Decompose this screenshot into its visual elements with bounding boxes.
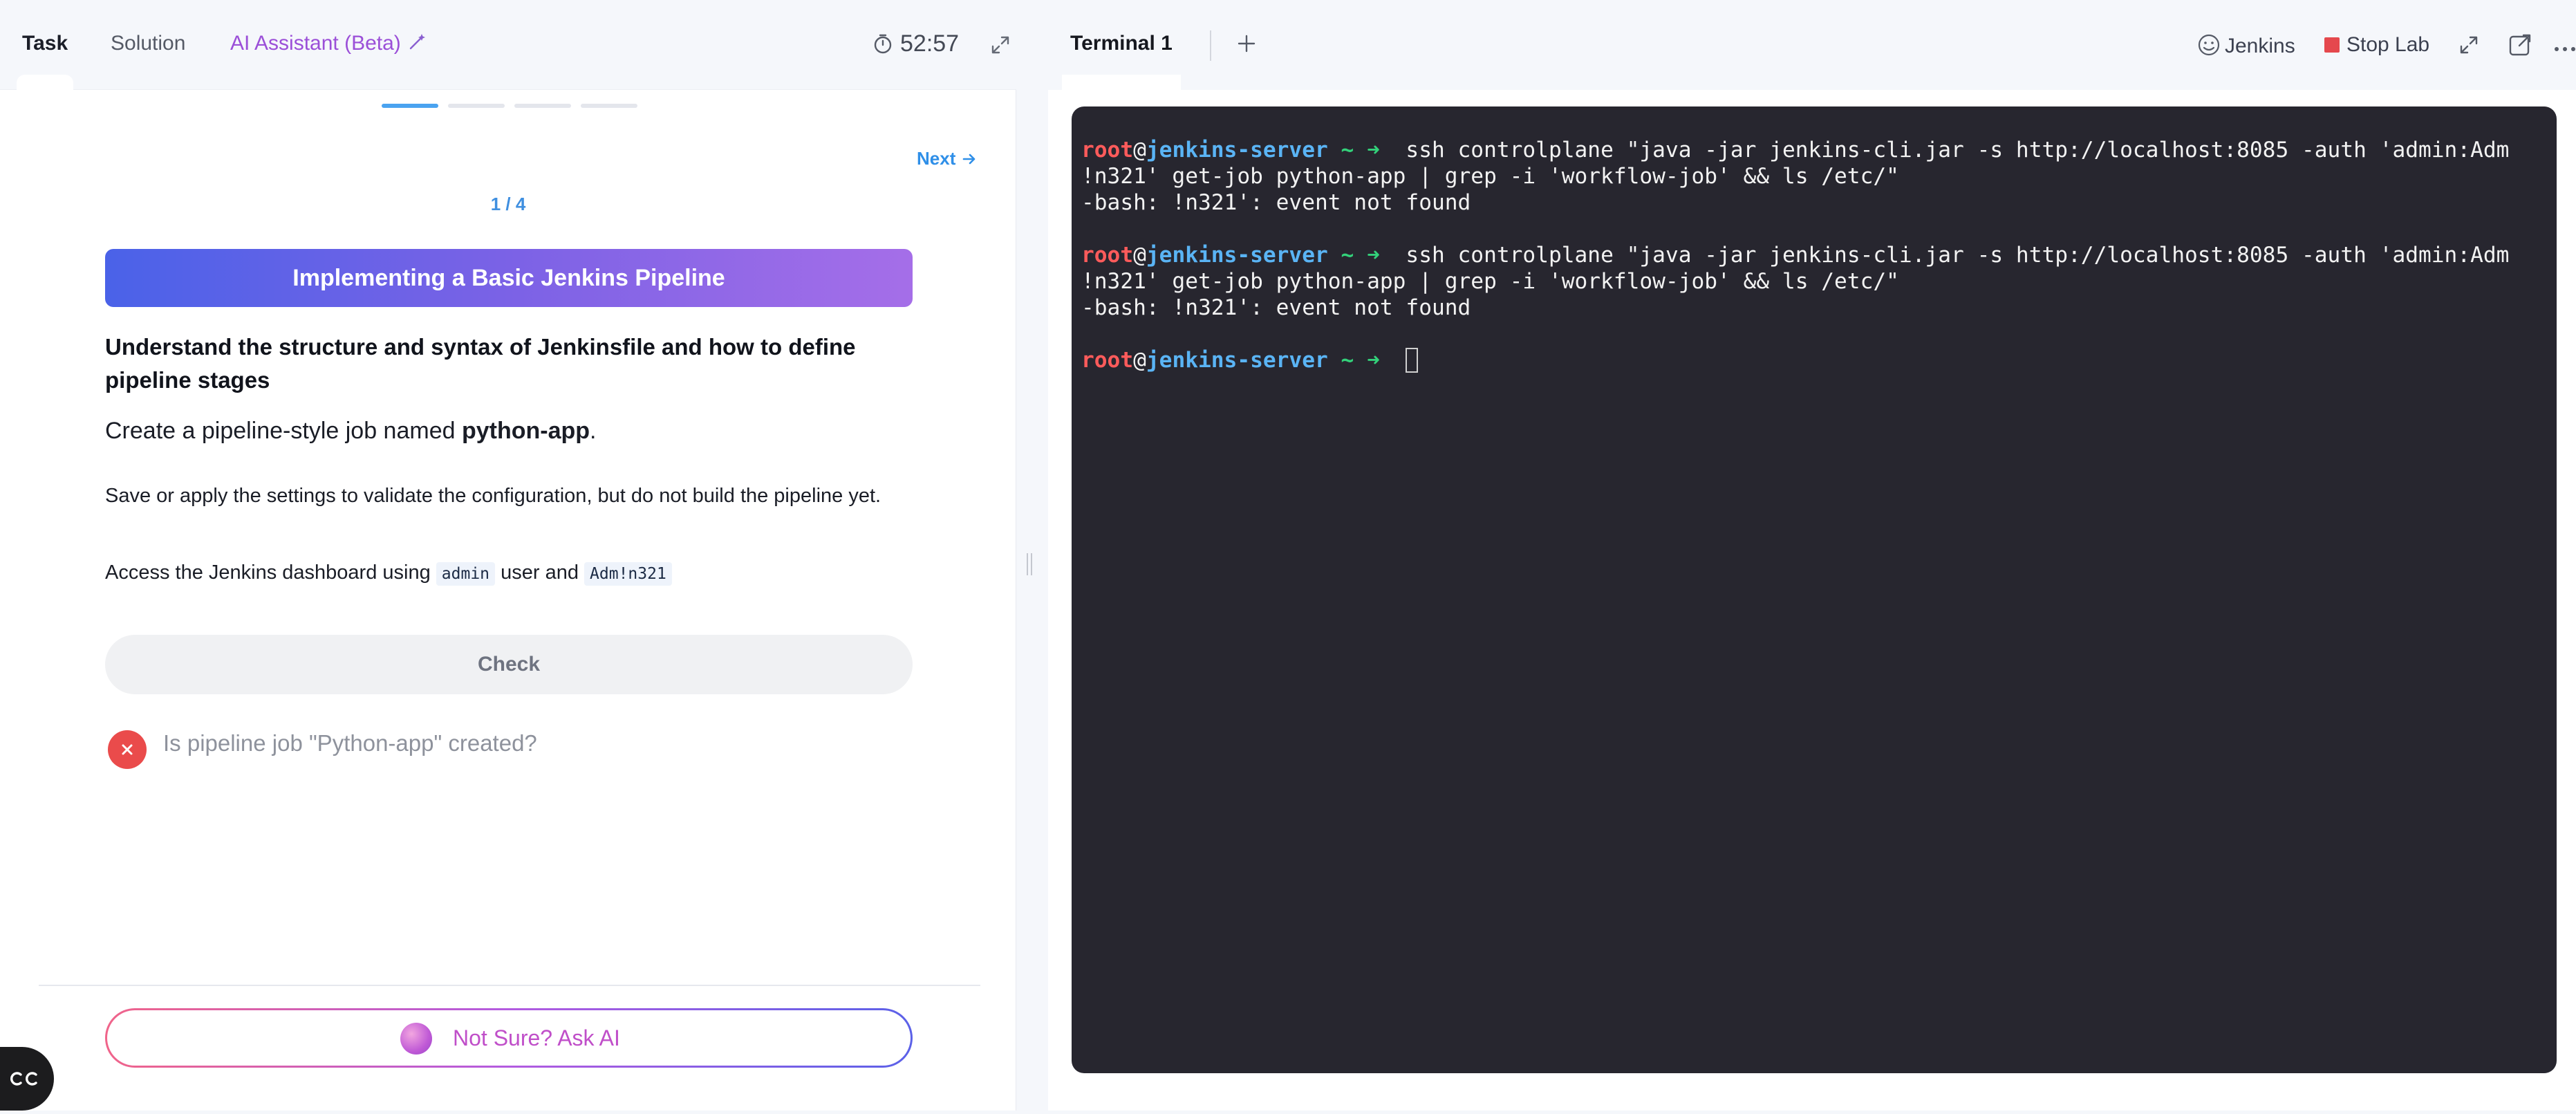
timer-value: 52:57: [900, 30, 960, 57]
next-button[interactable]: Next: [917, 148, 978, 169]
terminal-output-line: -bash: !n321': event not found: [1081, 190, 1471, 215]
lab-timer: 52:57: [872, 30, 959, 57]
ask-ai-label: Not Sure? Ask AI: [453, 1025, 620, 1050]
magic-wand-icon: [408, 32, 427, 57]
jenkins-logo-icon: [2197, 34, 2225, 57]
access-prefix: Access the Jenkins dashboard using: [105, 561, 436, 584]
task-instruction-save: Save or apply the settings to validate t…: [105, 485, 881, 507]
jenkins-label: Jenkins: [2225, 35, 2295, 57]
access-mid: user and: [495, 561, 585, 584]
tab-separator: [1210, 30, 1211, 61]
terminal-output-line: -bash: !n321': event not found: [1081, 295, 1471, 320]
panel-resize-handle[interactable]: [1025, 552, 1034, 577]
check-result-text: Is pipeline job "Python-app" created?: [163, 730, 537, 756]
tab-task[interactable]: Task: [16, 32, 74, 90]
prompt-arrow: ~ ➜: [1327, 243, 1380, 268]
stop-lab-button[interactable]: Stop Lab: [2324, 33, 2429, 57]
plus-icon[interactable]: [1236, 33, 1257, 57]
step-indicator[interactable]: [581, 104, 637, 108]
terminal-toolbar: Terminal 1 Jenkins Stop Lab: [1048, 0, 2576, 90]
stop-icon: [2324, 37, 2340, 53]
step-indicator[interactable]: [514, 104, 571, 108]
task-objective: Understand the structure and syntax of J…: [105, 334, 856, 393]
captions-toggle[interactable]: [0, 1047, 54, 1111]
create-prefix: Create a pipeline-style job named: [105, 418, 462, 444]
tab-solution[interactable]: Solution: [111, 32, 185, 55]
check-button[interactable]: Check: [105, 635, 913, 694]
prompt-host: jenkins-server: [1146, 348, 1328, 373]
prompt-host: jenkins-server: [1146, 138, 1328, 163]
prompt-at: @: [1133, 243, 1146, 268]
divider: [39, 985, 980, 986]
tab-ai-assistant-label: AI Assistant (Beta): [230, 32, 401, 55]
step-counter: 1 / 4: [490, 194, 526, 214]
prompt-arrow: ~ ➜: [1327, 348, 1380, 373]
prompt-command: [1380, 348, 1406, 373]
terminal-prompt-line: root@jenkins-server ~ ➜ ssh controlplane…: [1081, 137, 2557, 163]
prompt-user: root: [1081, 138, 1134, 163]
task-instruction-access: Access the Jenkins dashboard using admin…: [105, 561, 672, 586]
next-label: Next: [917, 148, 956, 169]
tab-ai-assistant[interactable]: AI Assistant (Beta): [230, 32, 427, 57]
terminal-output-line: !n321' get-job python-app | grep -i 'wor…: [1081, 269, 1899, 294]
stopwatch-icon: [872, 30, 900, 57]
password-code: Adm!n321: [584, 562, 672, 586]
stop-lab-label: Stop Lab: [2346, 33, 2430, 56]
external-link-icon[interactable]: [2508, 33, 2532, 60]
terminal-output-line: !n321' get-job python-app | grep -i 'wor…: [1081, 164, 1899, 189]
task-title: Implementing a Basic Jenkins Pipeline: [105, 249, 913, 307]
task-panel: Task Solution AI Assistant (Beta) 52:57 …: [0, 0, 1016, 1111]
terminal-cursor: [1406, 348, 1419, 373]
x-circle-icon: [108, 730, 147, 769]
terminal-panel: Terminal 1 Jenkins Stop Lab root@jenkins…: [1048, 0, 2576, 1111]
expand-icon[interactable]: [990, 35, 1011, 59]
create-suffix: .: [590, 418, 597, 444]
prompt-user: root: [1081, 243, 1134, 268]
prompt-command: ssh controlplane "java -jar jenkins-cli.…: [1379, 243, 2510, 268]
prompt-host: jenkins-server: [1146, 243, 1328, 268]
step-indicator[interactable]: [448, 104, 505, 108]
prompt-command: ssh controlplane "java -jar jenkins-cli.…: [1379, 138, 2510, 163]
terminal-output[interactable]: root@jenkins-server ~ ➜ ssh controlplane…: [1072, 106, 2557, 1073]
job-name: python-app: [461, 418, 590, 444]
more-horizontal-icon[interactable]: [2554, 43, 2576, 55]
prompt-at: @: [1133, 348, 1146, 373]
prompt-user: root: [1081, 348, 1134, 373]
prompt-arrow: ~ ➜: [1327, 138, 1380, 163]
username-code: admin: [436, 562, 496, 586]
terminal-prompt-line: root@jenkins-server ~ ➜: [1081, 347, 2557, 373]
step-indicator[interactable]: [382, 104, 438, 108]
arrow-right-icon: [955, 148, 978, 169]
ask-ai-button[interactable]: Not Sure? Ask AI: [105, 1008, 913, 1068]
ai-orb-icon: [400, 1023, 432, 1055]
jenkins-link[interactable]: Jenkins: [2197, 33, 2295, 58]
step-progress: [382, 104, 637, 109]
terminal-prompt-line: root@jenkins-server ~ ➜ ssh controlplane…: [1081, 242, 2557, 268]
task-panel-tabs: Task Solution AI Assistant (Beta) 52:57: [0, 0, 1016, 90]
tab-terminal-1[interactable]: Terminal 1: [1062, 32, 1181, 90]
prompt-at: @: [1133, 138, 1146, 163]
expand-icon[interactable]: [2458, 35, 2479, 59]
task-instruction-create: Create a pipeline-style job named python…: [105, 418, 597, 445]
